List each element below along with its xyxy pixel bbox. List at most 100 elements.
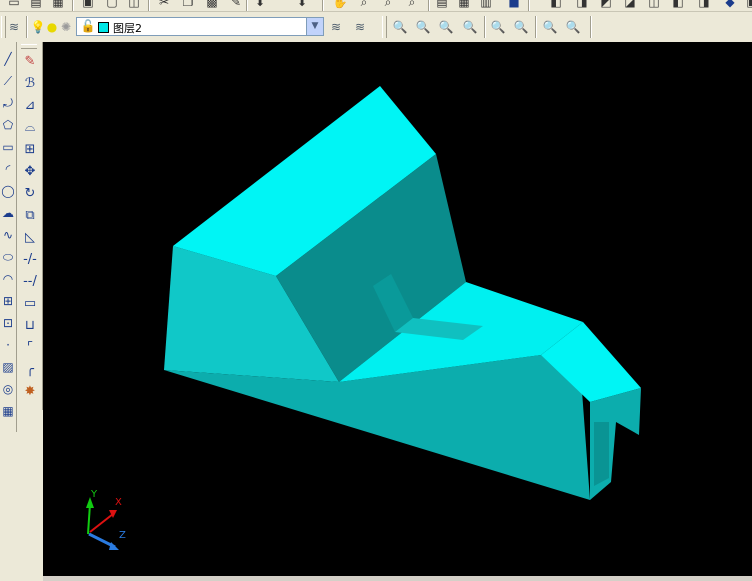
zoom-dynamic-icon[interactable]: 🔍 — [438, 19, 454, 35]
new-icon[interactable]: ▭ — [6, 0, 22, 10]
fillet-icon[interactable]: ╭ — [20, 360, 40, 380]
layer-viewport-freeze-icon[interactable]: ✺ — [58, 19, 74, 35]
zoom-scale-icon[interactable]: 🔍 — [462, 19, 478, 35]
toolbar-separator — [484, 16, 486, 38]
break-at-point-icon[interactable]: ▭ — [20, 294, 40, 314]
mirror-icon[interactable]: ⊿ — [20, 96, 40, 116]
color-swatch-icon — [97, 21, 109, 33]
zoom-realtime-icon[interactable]: 🔍 — [392, 19, 408, 35]
trim-icon[interactable]: -/- — [20, 250, 40, 270]
offset-icon[interactable]: ⌓ — [20, 118, 40, 138]
redo-icon[interactable]: ⬇ — [294, 0, 310, 10]
ucs-z-label: Z — [119, 530, 126, 541]
move-icon[interactable]: ✥ — [20, 162, 40, 182]
properties-icon[interactable]: ▤ — [434, 0, 450, 10]
insert-block-icon[interactable]: ⊞ — [0, 292, 16, 310]
spline-icon[interactable]: ∿ — [0, 226, 16, 244]
match-icon[interactable]: ✎ — [228, 0, 244, 10]
line-icon[interactable]: ╱ — [0, 50, 16, 68]
hatch-icon[interactable]: ▨ — [0, 358, 16, 376]
polyline-icon[interactable]: ⤾ — [0, 94, 16, 112]
drawing-viewport[interactable]: Y X Z — [43, 42, 752, 577]
layer-lock-icon: 🔓 — [80, 19, 96, 33]
ucs-x-label: X — [115, 497, 122, 508]
toolbar-separator — [322, 0, 324, 11]
ellipse-arc-icon[interactable]: ◠ — [0, 270, 16, 288]
preview-icon[interactable]: ▢ — [104, 0, 120, 10]
design-center-icon[interactable]: ▦ — [456, 0, 472, 10]
array-icon[interactable]: ⊞ — [20, 140, 40, 160]
toolbar-separator — [26, 16, 28, 38]
layer-select[interactable]: 🔓 图层2 ▼ — [76, 17, 324, 36]
point-icon[interactable]: · — [0, 336, 16, 354]
toolbar-separator — [428, 0, 430, 11]
copy-object-icon[interactable]: ℬ — [20, 74, 40, 94]
pan-icon[interactable]: ✋ — [332, 0, 348, 10]
zoom-all-icon[interactable]: 🔍 — [542, 19, 558, 35]
layer-name: 图层2 — [113, 22, 142, 35]
layer-manager-icon[interactable]: ≋ — [6, 19, 22, 35]
table-icon[interactable]: ▦ — [0, 402, 16, 420]
rotate-icon[interactable]: ↻ — [20, 184, 40, 204]
zoom-window-icon[interactable]: 🔍 — [415, 19, 431, 35]
layout-tabs-strip[interactable] — [43, 576, 752, 581]
publish-icon[interactable]: ◫ — [126, 0, 142, 10]
help-icon[interactable]: ■ — [506, 0, 522, 10]
layers-toolbar: ≋ 💡 ● ✺ 🔓 图层2 ▼ ≋ ≋ 🔍 🔍 🔍 🔍 🔍 🔍 🔍 🔍 — [0, 13, 752, 41]
open-icon[interactable]: ▤ — [28, 0, 44, 10]
undo-icon[interactable]: ⬇ — [252, 0, 268, 10]
make-object-layer-current-icon[interactable]: ≋ — [328, 19, 344, 35]
zoom-icon[interactable]: ⌕ — [356, 0, 372, 10]
circle-icon[interactable]: ◯ — [0, 182, 16, 200]
toolbar-grip[interactable] — [382, 16, 387, 38]
save-icon[interactable]: ▦ — [50, 0, 66, 10]
view-top-icon[interactable]: ◨ — [574, 0, 590, 10]
view-iso-icon[interactable]: ◫ — [646, 0, 662, 10]
ellipse-icon[interactable]: ⬭ — [0, 248, 16, 266]
layer-color-swatch — [95, 19, 111, 35]
zoom-extents-icon[interactable]: 🔍 — [565, 19, 581, 35]
ucs-y-label: Y — [90, 489, 98, 500]
chevron-down-icon[interactable]: ▼ — [306, 18, 323, 35]
render-icon[interactable]: ◆ — [722, 0, 738, 10]
toolbar-separator — [535, 16, 537, 38]
rectangle-icon[interactable]: ▭ — [0, 138, 16, 156]
standard-toolbar: ▭ ▤ ▦ ▣ ▢ ◫ ✂ ❐ ▩ ✎ ⬇ ⬇ ✋ ⌕ ⌕ ⌕ ▤ ▦ ▥ ■ … — [0, 0, 752, 12]
draw-toolbar: ╱ ⟋ ⤾ ⬠ ▭ ◜ ◯ ☁ ∿ ⬭ ◠ ⊞ ⊡ · ▨ ◎ ▦ A — [0, 42, 17, 432]
make-block-icon[interactable]: ⊡ — [0, 314, 16, 332]
zoom-in-icon[interactable]: 🔍 — [490, 19, 506, 35]
cut-icon[interactable]: ✂ — [156, 0, 172, 10]
zoom-out-icon[interactable]: 🔍 — [513, 19, 529, 35]
erase-icon[interactable]: ✎ — [20, 52, 40, 72]
zoom-window-icon[interactable]: ⌕ — [380, 0, 396, 10]
render-icon[interactable]: ▣ — [744, 0, 752, 10]
toolbar-separator — [148, 0, 150, 11]
break-icon[interactable]: ⊔ — [20, 316, 40, 336]
scale-icon[interactable]: ⧉ — [20, 206, 40, 226]
toolbar-separator — [246, 0, 248, 11]
paste-icon[interactable]: ▩ — [204, 0, 220, 10]
view-iso-icon[interactable]: ◧ — [670, 0, 686, 10]
polygon-icon[interactable]: ⬠ — [0, 116, 16, 134]
stretch-icon[interactable]: ◺ — [20, 228, 40, 248]
copy-icon[interactable]: ❐ — [180, 0, 196, 10]
view-right-icon[interactable]: ◪ — [622, 0, 638, 10]
extend-icon[interactable]: --/ — [20, 272, 40, 292]
y-axis-icon — [87, 503, 91, 535]
view-left-icon[interactable]: ◩ — [598, 0, 614, 10]
layer-previous-icon[interactable]: ≋ — [352, 19, 368, 35]
arc-icon[interactable]: ◜ — [0, 160, 16, 178]
toolbar-grip[interactable] — [21, 44, 37, 49]
solid-face-right-notch — [594, 422, 609, 486]
zoom-previous-icon[interactable]: ⌕ — [404, 0, 420, 10]
region-icon[interactable]: ◎ — [0, 380, 16, 398]
revision-cloud-icon[interactable]: ☁ — [0, 204, 16, 222]
construction-line-icon[interactable]: ⟋ — [0, 72, 16, 90]
tool-palette-icon[interactable]: ▥ — [478, 0, 494, 10]
view-front-icon[interactable]: ◧ — [548, 0, 564, 10]
modify-toolbar: ✎ ℬ ⊿ ⌓ ⊞ ✥ ↻ ⧉ ◺ -/- --/ ▭ ⊔ ⌜ ╭ ✸ — [17, 42, 43, 410]
chamfer-icon[interactable]: ⌜ — [20, 338, 40, 358]
print-icon[interactable]: ▣ — [80, 0, 96, 10]
view-iso-icon[interactable]: ◨ — [696, 0, 712, 10]
explode-icon[interactable]: ✸ — [20, 382, 40, 402]
